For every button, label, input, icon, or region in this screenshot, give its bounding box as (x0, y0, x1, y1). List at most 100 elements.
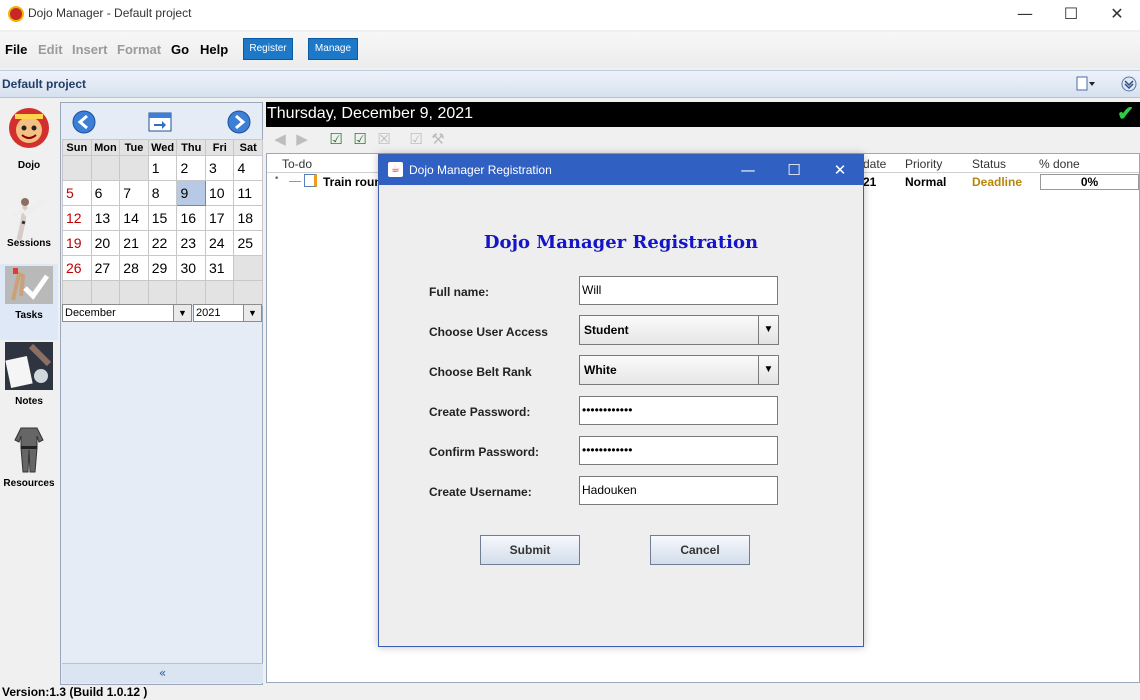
tree-toggle-icon[interactable]: • (274, 174, 279, 184)
calendar-day (176, 280, 207, 306)
task-date: 21 (863, 175, 877, 189)
calendar-day[interactable]: 5 (62, 180, 92, 206)
registration-dialog: ☕ Dojo Manager Registration — ☐ ✕ Dojo M… (378, 154, 864, 647)
calendar-day[interactable]: 25 (233, 230, 263, 256)
weekday-header: Fri (205, 139, 235, 156)
calendar-day[interactable]: 27 (90, 255, 121, 281)
full-name-input[interactable]: Will (579, 276, 778, 305)
nav-sessions[interactable]: Sessions (0, 182, 58, 262)
submit-button[interactable]: Submit (480, 535, 580, 565)
column-date[interactable]: date (863, 157, 886, 171)
today-icon[interactable] (148, 111, 174, 137)
dialog-minimize-button[interactable]: — (725, 155, 771, 185)
calendar-day[interactable]: 17 (205, 205, 235, 231)
calendar-day[interactable]: 29 (147, 255, 178, 281)
dropdown-arrow-icon: ▼ (243, 305, 261, 321)
calendar-day[interactable]: 15 (147, 205, 178, 231)
user-access-select[interactable]: Student ▼ (579, 315, 779, 345)
calendar-day[interactable]: 23 (176, 230, 207, 256)
password-input[interactable]: •••••••••••• (579, 396, 778, 425)
menu-help[interactable]: Help (200, 42, 228, 57)
weekday-header: Mon (90, 139, 121, 156)
calendar-day[interactable]: 1 (147, 155, 178, 181)
calendar-day[interactable]: 3 (205, 155, 235, 181)
belt-rank-select[interactable]: White ▼ (579, 355, 779, 385)
prev-month-icon[interactable] (71, 109, 97, 135)
menu-file[interactable]: File (5, 42, 27, 57)
nav-tasks[interactable]: Tasks (0, 264, 58, 340)
dialog-close-button[interactable]: ✕ (817, 155, 863, 185)
confirm-password-input[interactable]: •••••••••••• (579, 436, 778, 465)
calendar-day[interactable]: 12 (62, 205, 92, 231)
next-month-icon[interactable] (226, 109, 252, 135)
calendar-day[interactable]: 20 (90, 230, 121, 256)
calendar-day[interactable]: 30 (176, 255, 207, 281)
version-label: Version:1.3 (Build 1.0.12 ) (2, 685, 148, 699)
new-subtask-icon[interactable]: ☑ (352, 131, 368, 147)
task-progress: 0% (1040, 174, 1139, 190)
calendar-day (233, 255, 263, 281)
new-task-icon[interactable]: ☑ (328, 131, 344, 147)
calendar-day[interactable]: 2 (176, 155, 207, 181)
task-priority: Normal (905, 175, 947, 189)
calendar-day[interactable]: 19 (62, 230, 92, 256)
calendar-day[interactable]: 10 (205, 180, 235, 206)
username-input[interactable]: Hadouken (579, 476, 778, 505)
calendar-day[interactable]: 7 (119, 180, 149, 206)
month-value: December (65, 307, 116, 319)
task-status: Deadline (972, 175, 1023, 189)
calendar-day[interactable]: 8 (147, 180, 178, 206)
remove-task-icon[interactable]: ☒ (376, 131, 392, 147)
nav-resources[interactable]: Resources (0, 424, 58, 504)
column-todo[interactable]: To-do (282, 157, 312, 171)
calendar-day[interactable]: 16 (176, 205, 207, 231)
calendar-day (62, 280, 92, 306)
calendar-day[interactable]: 14 (119, 205, 149, 231)
calendar-day[interactable]: 22 (147, 230, 178, 256)
menu-edit[interactable]: Edit (38, 42, 63, 57)
calendar-day[interactable]: 21 (119, 230, 149, 256)
calendar-day[interactable]: 4 (233, 155, 263, 181)
calendar-day[interactable]: 24 (205, 230, 235, 256)
collapse-left-icon[interactable]: « (62, 663, 263, 683)
document-menu-icon[interactable] (1075, 76, 1097, 92)
user-access-value: Student (584, 323, 629, 337)
maximize-button[interactable]: ☐ (1048, 0, 1094, 30)
wand-icon[interactable]: ⚒ (430, 131, 446, 147)
weekday-header: Sun (62, 139, 92, 156)
window-titlebar: Dojo Manager - Default project — ☐ ✕ (0, 0, 1140, 30)
back-arrow-icon[interactable]: ◀ (272, 131, 288, 147)
calendar-day[interactable]: 28 (119, 255, 149, 281)
calendar-day[interactable]: 18 (233, 205, 263, 231)
nav-dojo[interactable]: Dojo (0, 102, 58, 180)
menu-format[interactable]: Format (117, 42, 161, 57)
date-header: Thursday, December 9, 2021 ✔ (266, 102, 1140, 127)
close-button[interactable]: ✕ (1094, 0, 1140, 30)
menu-insert[interactable]: Insert (72, 42, 107, 57)
collapse-down-icon[interactable] (1121, 76, 1137, 92)
calendar-day[interactable]: 11 (233, 180, 263, 206)
dialog-maximize-button[interactable]: ☐ (771, 155, 817, 185)
calendar-day[interactable]: 13 (90, 205, 121, 231)
forward-arrow-icon[interactable]: ▶ (294, 131, 310, 147)
menu-go[interactable]: Go (171, 42, 189, 57)
calendar-day[interactable]: 31 (205, 255, 235, 281)
belt-rank-label: Choose Belt Rank (429, 365, 532, 379)
notes-icon (5, 342, 53, 390)
column-priority[interactable]: Priority (905, 157, 942, 171)
column-done[interactable]: % done (1039, 157, 1080, 171)
nav-notes[interactable]: Notes (0, 342, 58, 422)
calendar-day[interactable]: 26 (62, 255, 92, 281)
checkmark-icon: ✔ (1117, 103, 1134, 125)
year-select[interactable]: 2021 ▼ (193, 304, 262, 322)
minimize-button[interactable]: — (1002, 0, 1048, 30)
month-select[interactable]: December ▼ (62, 304, 192, 322)
complete-task-icon[interactable]: ☑ (408, 131, 424, 147)
calendar-day[interactable]: 6 (90, 180, 121, 206)
column-status[interactable]: Status (972, 157, 1006, 171)
manage-button[interactable]: Manage (308, 38, 358, 60)
cancel-button[interactable]: Cancel (650, 535, 750, 565)
register-button[interactable]: Register (243, 38, 293, 60)
calendar-day[interactable]: 9 (176, 180, 207, 206)
nav-sessions-label: Sessions (7, 238, 51, 249)
